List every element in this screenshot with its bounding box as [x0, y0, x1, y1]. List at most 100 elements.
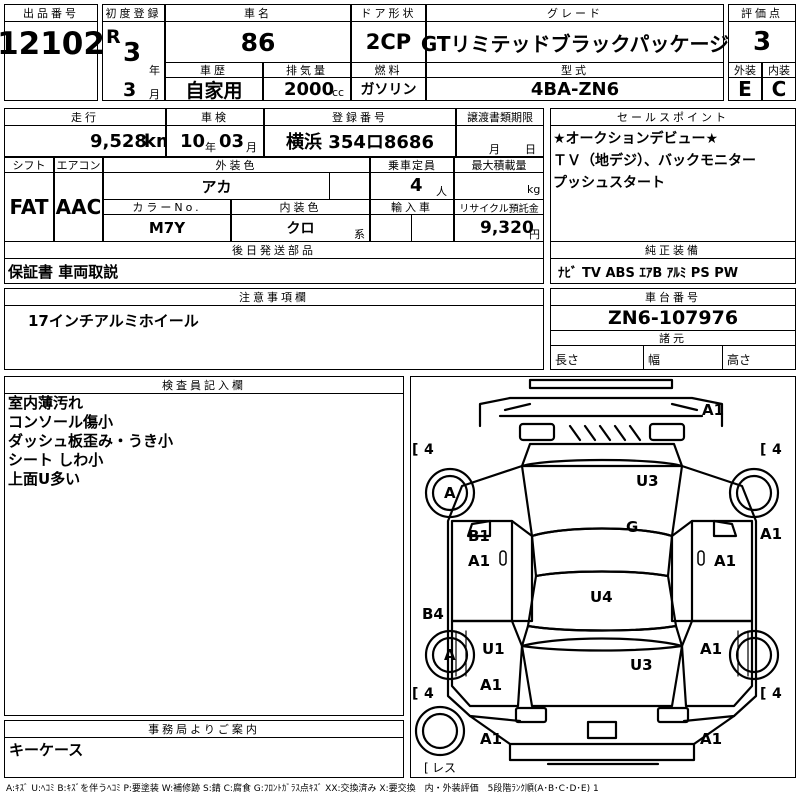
- tyre-rl: 4: [424, 686, 434, 702]
- mileage-value: 9,528: [90, 131, 147, 152]
- import-cell: [370, 214, 412, 242]
- tyre-rr-bracket: [: [760, 686, 766, 702]
- mark-left-rocker: B4: [422, 605, 444, 623]
- sales-point-list: ★オークションデビュー★ ＴＶ（地デジ）、バックモニター プッシュスタート: [553, 128, 756, 194]
- ext-color-side-cell: [329, 172, 370, 200]
- plate-value: 横浜 354ロ8686: [286, 132, 434, 153]
- equipment-header: 純正装備: [550, 241, 796, 259]
- import-header: 輸入車: [370, 199, 454, 215]
- era-text: R: [106, 26, 121, 48]
- door-header: ドア形状: [351, 4, 426, 22]
- chassis-header: 車台番号: [550, 288, 796, 306]
- capacity-value: 4: [410, 175, 423, 196]
- mark-right-front-door: A1: [714, 552, 736, 570]
- ext-color-header: 外装色: [103, 157, 370, 173]
- mark-trunk: U4: [590, 588, 613, 606]
- recycle-header: リサイクル預託金: [454, 199, 544, 215]
- left-door-handle: [499, 550, 507, 566]
- payload-header: 最大積載量: [454, 157, 544, 173]
- tyre-fl-bracket: [: [412, 442, 418, 458]
- transfer-day-unit: 日: [525, 143, 536, 156]
- right-door-handle: [697, 550, 705, 566]
- length-label: 長さ: [555, 353, 580, 367]
- displacement-value: 2000: [284, 79, 335, 100]
- reg-year-value: 3: [123, 38, 142, 68]
- inspector-header: 検査員記入欄: [4, 376, 404, 394]
- inspector-notes: 室内薄汚れ コンソール傷小 ダッシュ板歪み・うき小 シート しわ小 上面U多い: [8, 394, 173, 489]
- mark-rear-left-wheel: A: [444, 646, 456, 664]
- int-color-suffix: 系: [354, 228, 365, 241]
- sales-point-line: ＴＶ（地デジ）、バックモニター: [553, 153, 756, 169]
- displacement-header: 排気量: [263, 62, 351, 78]
- mark-roof: G: [626, 518, 638, 536]
- roof-outline: [530, 527, 674, 578]
- inspection-month: 03: [219, 131, 245, 152]
- ac-header: エアコン: [54, 157, 103, 173]
- front-bumper-outline: [528, 378, 674, 390]
- transfer-month-unit: 月: [489, 143, 500, 156]
- left-headlight: [518, 422, 556, 442]
- shift-value: FAT: [9, 195, 49, 219]
- model-value: 4BA-ZN6: [530, 78, 620, 100]
- right-headlight: [648, 422, 686, 442]
- grade-value: GTリミテッドブラックパッケージ: [420, 31, 730, 56]
- tyre-fl: 4: [424, 442, 434, 458]
- color-no-value: M7Y: [148, 219, 186, 237]
- mark-right-front-fender: A1: [760, 525, 782, 543]
- inspection-header: 車検: [166, 108, 264, 126]
- exterior-header: 外装: [728, 62, 762, 78]
- import-side-cell: [411, 214, 454, 242]
- tyre-fr-bracket: [: [760, 442, 766, 458]
- mark-left-rear-lower: A1: [480, 676, 502, 694]
- sales-point-line: ★オークションデビュー★: [553, 131, 719, 147]
- mileage-header: 走行: [4, 108, 166, 126]
- chassis-value: ZN6-107976: [607, 307, 739, 329]
- mark-left-rear-quarter: U1: [482, 640, 505, 658]
- int-color-value: クロ: [286, 221, 315, 237]
- parts-value: 保証書 車両取説: [8, 263, 119, 281]
- mark-front-bumper: A1: [702, 401, 724, 419]
- int-color-header: 内装色: [231, 199, 370, 215]
- ac-value: AAC: [55, 195, 102, 219]
- history-value: 自家用: [185, 79, 243, 102]
- rear-bumper-lower: [508, 742, 696, 762]
- right-taillight: [656, 706, 690, 724]
- inspector-line: シート しわ小: [8, 451, 104, 469]
- door-value: 2CP: [365, 30, 412, 54]
- inspector-line: ダッシュ板歪み・うき小: [8, 432, 174, 450]
- rear-right-tyre: [728, 629, 780, 681]
- inspector-line: コンソール傷小: [8, 413, 114, 431]
- spec-header: 諸元: [550, 330, 796, 346]
- recycle-value: 9,320: [480, 218, 534, 238]
- left-taillight: [514, 706, 548, 724]
- tyre-rr: 4: [772, 686, 782, 702]
- fuel-header: 燃料: [351, 62, 426, 78]
- height-label: 高さ: [727, 353, 752, 367]
- capacity-header: 乗車定員: [370, 157, 454, 173]
- fuel-value: ガソリン: [360, 82, 417, 98]
- equipment-value: ﾅﾋﾞ TV ABS ｴｱB ｱﾙﾐ PS PW: [558, 266, 739, 281]
- office-value: キーケース: [9, 741, 84, 759]
- first-registration-header: 初度登録: [102, 4, 165, 22]
- score-value: 3: [752, 27, 772, 57]
- inspector-line: 上面U多い: [8, 470, 81, 488]
- car-name-value: 86: [240, 27, 276, 57]
- exterior-value: E: [738, 77, 752, 101]
- lot-number-value: 12102: [0, 26, 105, 62]
- inspector-line: 室内薄汚れ: [8, 394, 84, 412]
- width-label: 幅: [648, 353, 661, 367]
- reg-year-unit: 年: [149, 64, 160, 77]
- office-header: 事務局よりご案内: [4, 720, 404, 738]
- inspection-year-unit: 年: [205, 141, 216, 154]
- legend-footer: A:ｷｽﾞ U:ﾍｺﾐ B:ｷｽﾞを伴うﾍｺﾐ P:要塗装 W:補修跡 S:錆 …: [6, 784, 599, 794]
- score-header: 評価点: [728, 4, 796, 22]
- front-right-tyre: [728, 467, 780, 519]
- payload-unit: kg: [527, 183, 541, 196]
- mark-rear-bumper-left: A1: [480, 730, 502, 748]
- ext-color-value: アカ: [201, 177, 232, 196]
- reg-month-unit: 月: [149, 88, 160, 101]
- lot-number-header: 出品番号: [4, 4, 98, 22]
- mark-rear-bumper-right: A1: [700, 730, 722, 748]
- reg-month-value: 3: [123, 79, 137, 101]
- right-mirror: [712, 519, 738, 538]
